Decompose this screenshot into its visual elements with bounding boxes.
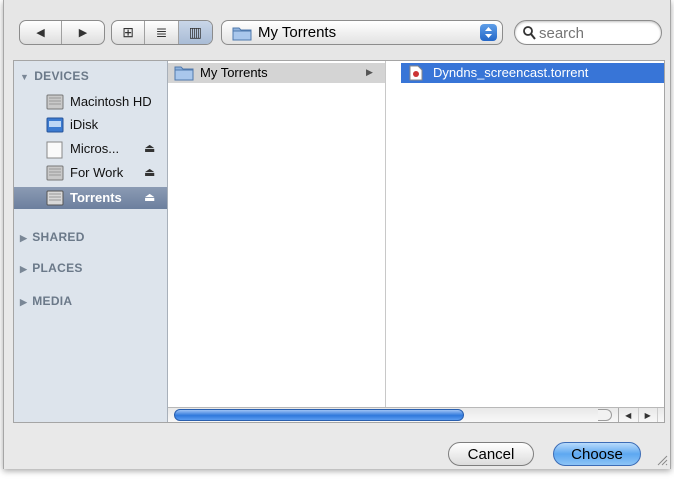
sidebar-section-places[interactable]: ▶ PLACES — [20, 261, 83, 275]
path-popup-label: My Torrents — [258, 24, 337, 41]
sidebar-item-label: Torrents — [70, 190, 122, 205]
torrent-file-icon — [409, 65, 423, 81]
forward-button[interactable]: ▶ — [62, 21, 104, 44]
sidebar-item-label: Micros... — [70, 141, 120, 156]
folder-icon — [232, 27, 252, 41]
browser-column-2: Dyndns_screencast.torrent — [387, 61, 664, 407]
search-input[interactable] — [539, 23, 655, 43]
search-field[interactable] — [514, 20, 662, 45]
scrollbar-thumb[interactable] — [174, 409, 464, 421]
disclosure-triangle-expanded-icon: ▼ — [20, 72, 30, 82]
eject-icon[interactable]: ⏏ — [144, 190, 155, 204]
sidebar: ▼ DEVICES Macintosh HD iDisk Micros... ⏏… — [14, 61, 168, 422]
icon-view-icon: ⊞ — [122, 24, 135, 40]
back-button[interactable]: ◀ — [20, 21, 62, 44]
sidebar-item-micros[interactable]: Micros... ⏏ — [14, 138, 167, 160]
scroll-buttons: ◀ ▶ — [618, 408, 658, 422]
sidebar-item-label: For Work — [70, 165, 124, 180]
sidebar-item-for-work[interactable]: For Work ⏏ — [14, 162, 167, 184]
chevron-right-icon: ▶ — [366, 67, 373, 77]
back-arrow-icon: ◀ — [36, 27, 45, 39]
sidebar-section-label: SHARED — [32, 230, 85, 244]
list-item[interactable]: My Torrents ▶ — [168, 63, 385, 83]
open-dialog: ◀ ▶ ⊞ ≣ ▥ My Torrents search ▼ DEVICES M… — [3, 0, 671, 469]
hard-drive-icon — [46, 94, 64, 110]
cancel-button[interactable]: Cancel — [448, 442, 534, 466]
disclosure-triangle-collapsed-icon: ▶ — [20, 264, 28, 274]
popup-stepper-icon — [480, 24, 497, 41]
list-view-icon: ≣ — [155, 24, 168, 40]
file-browser: ▼ DEVICES Macintosh HD iDisk Micros... ⏏… — [13, 60, 665, 423]
sidebar-item-label: Macintosh HD — [70, 94, 152, 109]
column-view-icon: ▥ — [188, 24, 202, 40]
search-icon — [523, 26, 536, 40]
scroll-right-button[interactable]: ▶ — [639, 408, 658, 422]
hard-drive-icon — [46, 165, 64, 181]
idisk-icon — [46, 117, 64, 133]
forward-arrow-icon: ▶ — [78, 27, 88, 39]
choose-button[interactable]: Choose — [553, 442, 641, 466]
sidebar-section-shared[interactable]: ▶ SHARED — [20, 230, 85, 244]
browser-column-1: My Torrents ▶ II — [168, 61, 397, 407]
column-view-button[interactable]: ▥ — [178, 21, 212, 44]
list-item[interactable]: Dyndns_screencast.torrent — [401, 63, 664, 83]
eject-icon[interactable]: ⏏ — [144, 141, 155, 155]
resize-grip-icon[interactable] — [656, 454, 668, 466]
sidebar-item-torrents[interactable]: Torrents ⏏ — [14, 187, 167, 209]
document-drive-icon — [46, 141, 63, 159]
sidebar-item-idisk[interactable]: iDisk — [14, 114, 167, 136]
toolbar: ◀ ▶ ⊞ ≣ ▥ My Torrents — [4, 0, 670, 60]
sidebar-section-label: PLACES — [32, 261, 83, 275]
list-item-label: Dyndns_screencast.torrent — [433, 65, 589, 80]
path-popup-button[interactable]: My Torrents — [221, 20, 503, 45]
disclosure-triangle-collapsed-icon: ▶ — [20, 233, 28, 243]
sidebar-section-label: MEDIA — [32, 294, 73, 308]
icon-view-button[interactable]: ⊞ — [112, 21, 146, 44]
sidebar-item-label: iDisk — [70, 117, 99, 132]
sidebar-section-label: DEVICES — [34, 69, 90, 83]
eject-icon[interactable]: ⏏ — [144, 165, 155, 179]
list-item-label: My Torrents — [200, 65, 268, 80]
list-view-button[interactable]: ≣ — [145, 21, 179, 44]
view-mode-segmented-control: ⊞ ≣ ▥ — [111, 20, 213, 45]
scrollbar-track-end — [598, 409, 612, 421]
dialog-footer: Cancel Choose — [4, 424, 670, 469]
sidebar-section-devices[interactable]: ▼ DEVICES — [20, 69, 89, 83]
hard-drive-icon — [46, 190, 64, 206]
sidebar-section-media[interactable]: ▶ MEDIA — [20, 294, 72, 308]
horizontal-scrollbar[interactable]: ◀ ▶ — [168, 407, 664, 422]
sidebar-item-macintosh-hd[interactable]: Macintosh HD — [14, 91, 167, 113]
scroll-left-button[interactable]: ◀ — [619, 408, 639, 422]
folder-icon — [174, 66, 194, 81]
navigation-segmented-control: ◀ ▶ — [19, 20, 105, 45]
disclosure-triangle-collapsed-icon: ▶ — [20, 297, 28, 307]
